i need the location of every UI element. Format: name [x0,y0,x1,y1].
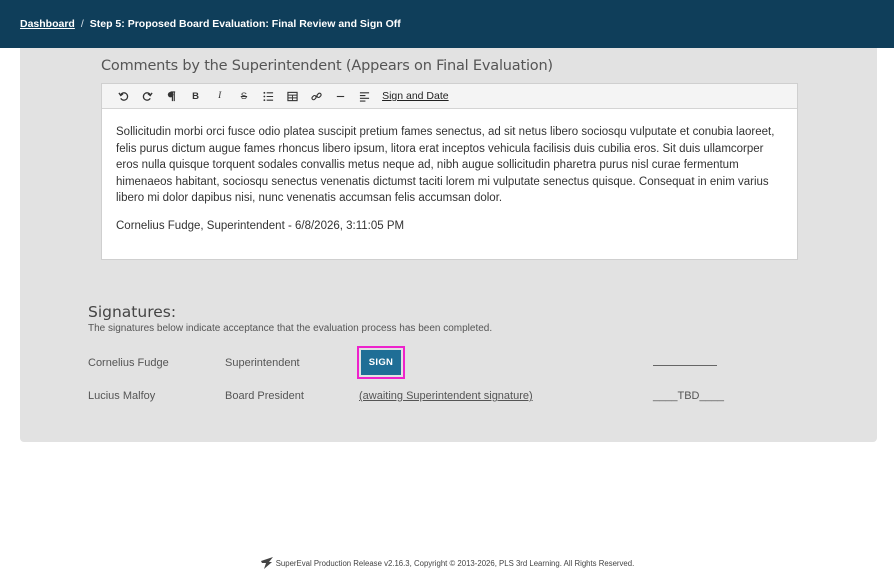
comments-section-title: Comments by the Superintendent (Appears … [101,58,553,74]
table-icon[interactable] [281,87,303,105]
footer-copyright: SuperEval Production Release v2.16.3, Co… [275,558,635,568]
horizontal-rule-icon[interactable] [330,87,352,105]
breadcrumb-dashboard-link[interactable]: Dashboard [20,18,75,30]
rich-text-editor[interactable]: B I S Sign and Date Sollicitudin morbi o… [101,83,798,260]
strikethrough-icon[interactable]: S [233,87,255,105]
align-icon[interactable] [354,87,376,105]
signature-row-board-president: Lucius Malfoy Board President (awaiting … [88,385,738,407]
bullet-list-icon[interactable] [257,87,279,105]
undo-icon[interactable] [112,87,134,105]
redo-icon[interactable] [136,87,158,105]
signer-name: Lucius Malfoy [88,390,156,402]
signature-date-blank [653,357,717,369]
page-title: Step 5: Proposed Board Evaluation: Final… [89,18,401,30]
italic-icon[interactable]: I [209,87,231,105]
comment-signature-line: Cornelius Fudge, Superintendent - 6/8/20… [116,219,405,232]
sign-and-date-button[interactable]: Sign and Date [382,90,449,102]
awaiting-signature-link[interactable]: (awaiting Superintendent signature) [359,390,533,402]
footer: SuperEval Production Release v2.16.3, Co… [0,556,894,570]
signature-date: ____TBD____ [653,390,724,402]
signature-row-superintendent: Cornelius Fudge Superintendent [88,352,738,374]
paragraph-icon[interactable] [160,87,182,105]
supereval-logo-icon [260,557,273,569]
signer-role: Superintendent [225,357,300,369]
top-header-bar: Dashboard / Step 5: Proposed Board Evalu… [0,0,894,48]
signer-role: Board President [225,390,304,402]
editor-toolbar: B I S Sign and Date [102,84,797,109]
sign-button[interactable]: SIGN [361,350,401,375]
comment-body-text: Sollicitudin morbi orci fusce odio plate… [116,126,775,204]
editor-content[interactable]: Sollicitudin morbi orci fusce odio plate… [102,109,797,234]
signatures-subtitle: The signatures below indicate acceptance… [88,323,493,334]
link-icon[interactable] [306,87,328,105]
signatures-title: Signatures: [88,303,177,321]
signer-name: Cornelius Fudge [88,357,169,369]
bold-icon[interactable]: B [185,87,207,105]
breadcrumb-separator: / [80,18,84,30]
